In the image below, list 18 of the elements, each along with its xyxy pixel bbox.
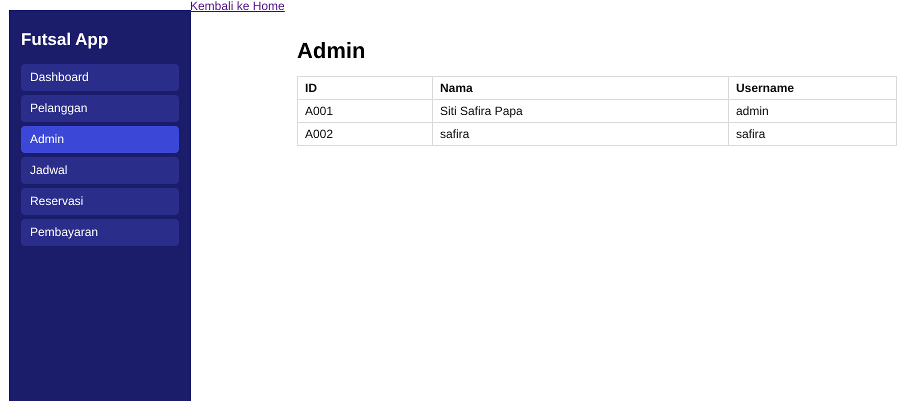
back-link[interactable]: Kembali ke Home bbox=[190, 0, 285, 13]
table-cell: A002 bbox=[298, 122, 432, 146]
sidebar-item[interactable]: Reservasi bbox=[21, 188, 179, 215]
table-cell: safira bbox=[728, 122, 896, 146]
sidebar-item[interactable]: Pembayaran bbox=[21, 219, 179, 246]
sidebar-item[interactable]: Dashboard bbox=[21, 64, 179, 91]
table-cell: Siti Safira Papa bbox=[432, 100, 728, 122]
sidebar-item[interactable]: Admin bbox=[21, 126, 179, 153]
column-header: Username bbox=[728, 76, 896, 100]
app-title: Futsal App bbox=[21, 30, 110, 50]
column-header: ID bbox=[298, 76, 432, 100]
page-heading: Admin bbox=[297, 38, 366, 64]
column-header: Nama bbox=[432, 76, 728, 100]
table-cell: safira bbox=[432, 122, 728, 146]
sidebar-item[interactable]: Pelanggan bbox=[21, 95, 179, 122]
table-cell: A001 bbox=[298, 100, 432, 122]
sidebar-item[interactable]: Jadwal bbox=[21, 157, 179, 184]
table-cell: admin bbox=[728, 100, 896, 122]
